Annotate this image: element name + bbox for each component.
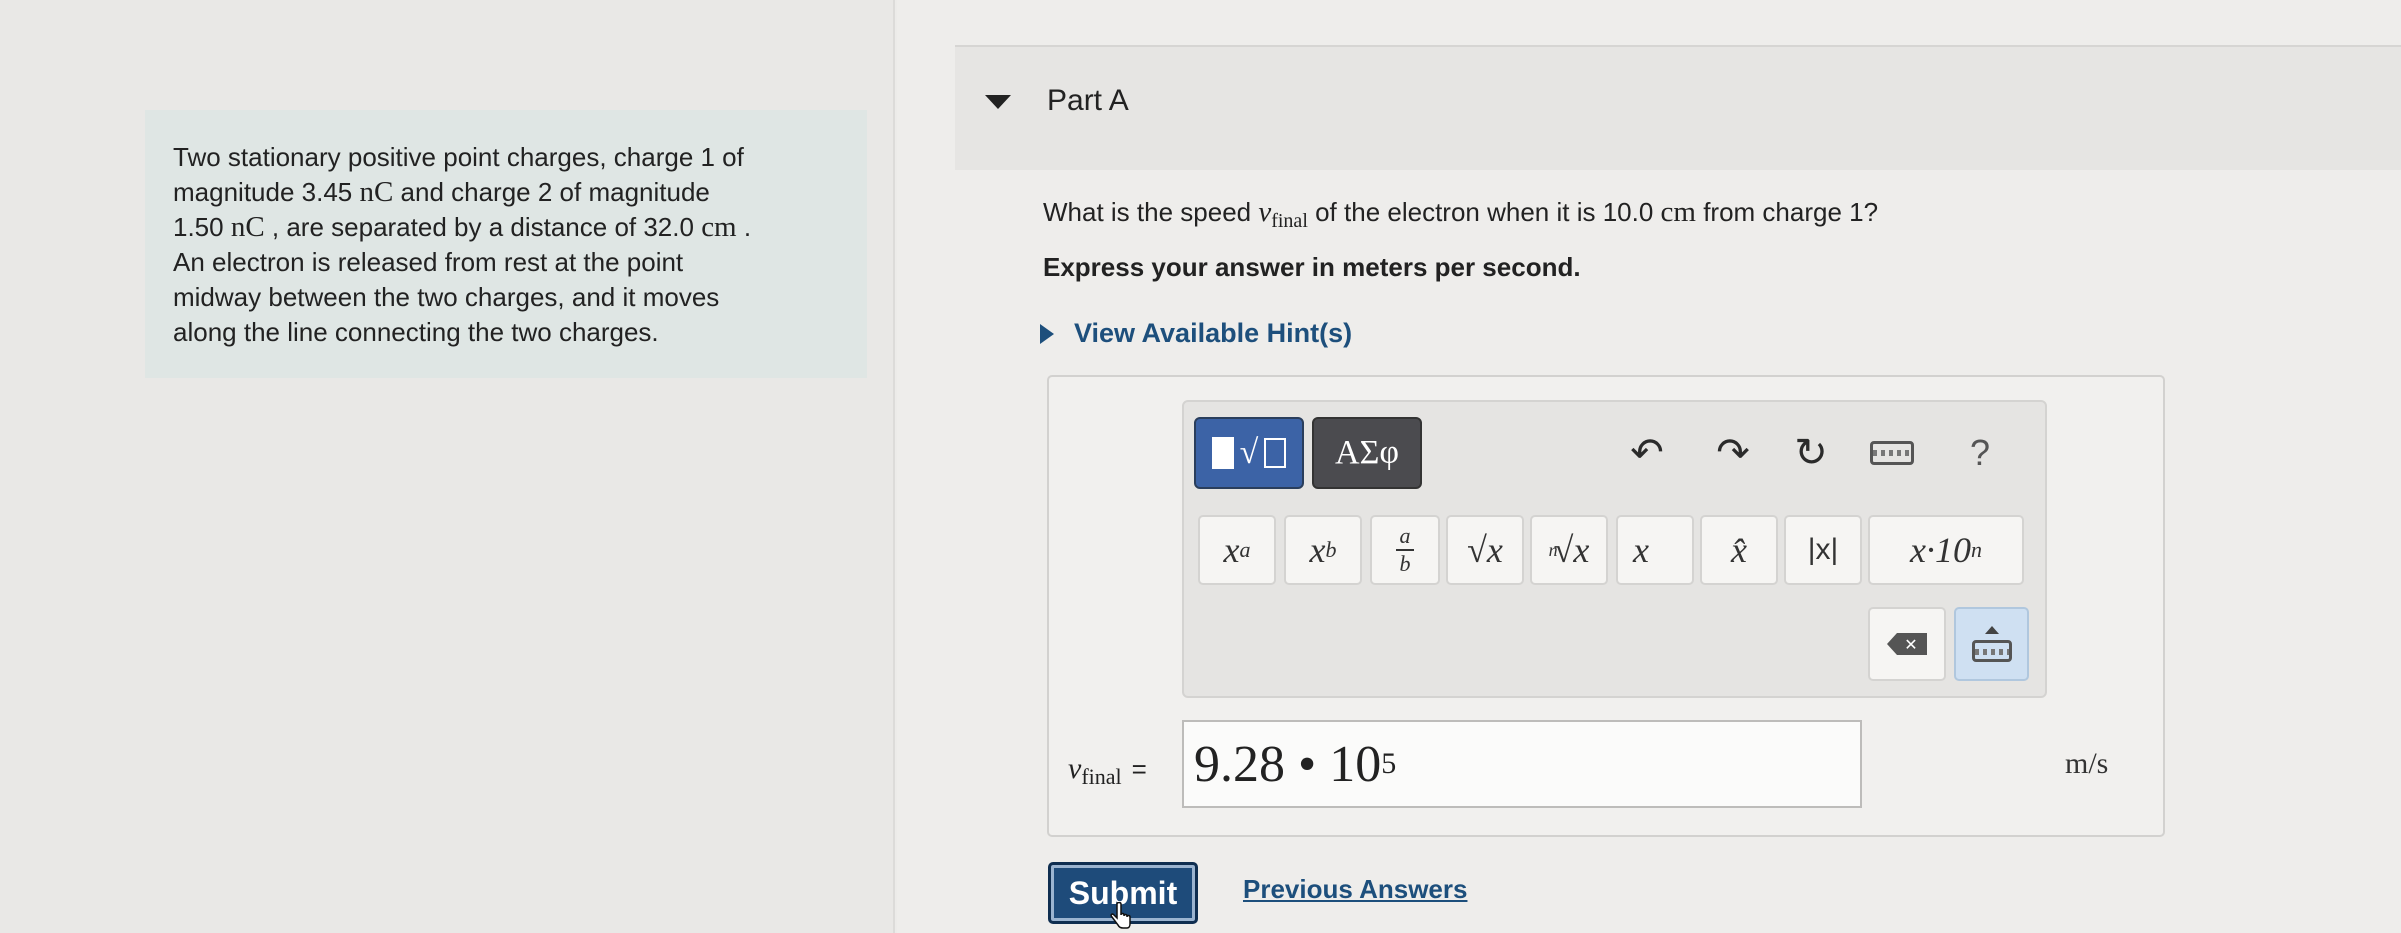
answer-units: m/s — [2065, 747, 2109, 780]
answer-instruction: Express your answer in meters per second… — [1043, 252, 1581, 282]
problem-line: midway between the two charges, and it m… — [173, 282, 720, 312]
undo-icon[interactable]: ↶ — [1617, 423, 1677, 483]
problem-line: Two stationary positive point charges, c… — [173, 142, 744, 172]
collapse-caret-icon[interactable] — [985, 95, 1011, 109]
part-header[interactable] — [955, 45, 2401, 170]
hand-cursor-icon — [1110, 902, 1131, 929]
problem-statement: Two stationary positive point charges, c… — [145, 110, 867, 378]
backspace-button[interactable]: ✕ — [1868, 607, 1946, 681]
keyboard-toggle-button[interactable] — [1954, 607, 2029, 681]
view-hints-link[interactable]: View Available Hint(s) — [1040, 318, 1352, 349]
templates-button[interactable]: √ — [1194, 417, 1304, 489]
vector-key[interactable]: x⃗ — [1616, 515, 1694, 585]
question-text: What is the speed vfinal of the electron… — [1043, 196, 1879, 232]
reset-icon[interactable]: ↻ — [1781, 423, 1841, 483]
backspace-icon: ✕ — [1887, 633, 1927, 655]
answer-input[interactable]: 9.28 • 10 5 — [1182, 720, 1862, 808]
help-button[interactable]: ? — [1950, 423, 2010, 483]
problem-line: along the line connecting the two charge… — [173, 317, 659, 347]
keyboard-shortcuts-button[interactable] — [1862, 423, 1922, 483]
fraction-key[interactable]: ab — [1370, 515, 1440, 585]
problem-line: An electron is released from rest at the… — [173, 247, 684, 277]
nth-root-key[interactable]: n √x — [1530, 515, 1608, 585]
power-key[interactable]: xa — [1198, 515, 1276, 585]
keyboard-icon — [1870, 441, 1914, 465]
arrow-up-icon — [1984, 626, 1999, 634]
absolute-value-key[interactable]: |x| — [1784, 515, 1862, 585]
templates-icon: √ — [1211, 434, 1287, 472]
answer-label: vfinal = — [1068, 752, 1147, 789]
previous-answers-link[interactable]: Previous Answers — [1243, 874, 1467, 905]
problem-line: magnitude 3.45 nC and charge 2 of magnit… — [173, 176, 710, 208]
expand-caret-icon — [1040, 323, 1054, 344]
unit-vector-key[interactable]: x̂ — [1700, 515, 1778, 585]
subscript-key[interactable]: xb — [1284, 515, 1362, 585]
scientific-notation-key[interactable]: x·10 n — [1868, 515, 2024, 585]
problem-line: 1.50 nC , are separated by a distance of… — [173, 211, 752, 243]
greek-symbols-button[interactable]: ΑΣφ — [1312, 417, 1422, 489]
view-hints-label: View Available Hint(s) — [1074, 318, 1353, 348]
redo-icon[interactable]: ↷ — [1703, 423, 1763, 483]
square-root-key[interactable]: √x — [1446, 515, 1524, 585]
keyboard-icon — [1971, 640, 2012, 662]
part-title[interactable]: Part A — [1047, 84, 1129, 118]
